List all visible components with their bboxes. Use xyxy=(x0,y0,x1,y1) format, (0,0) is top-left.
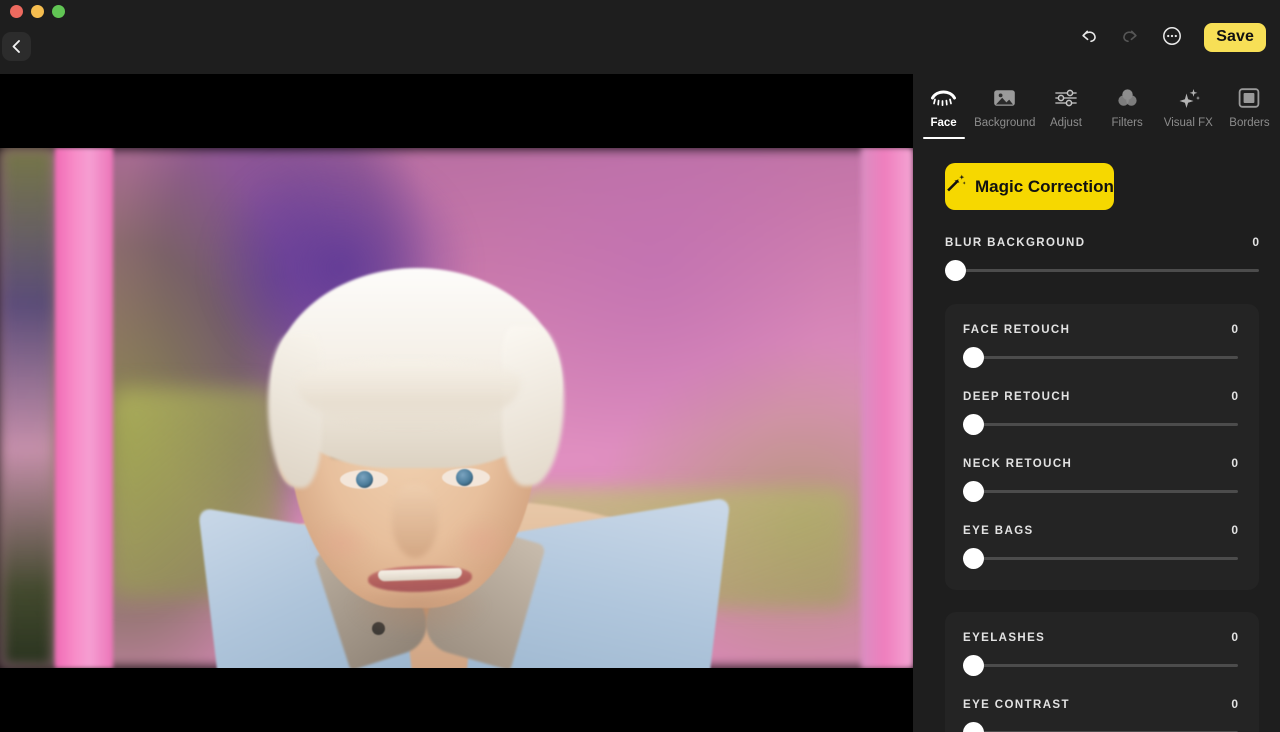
ellipsis-circle-icon xyxy=(1162,26,1182,49)
frame-icon xyxy=(1238,86,1260,110)
slider-value: 0 xyxy=(1231,322,1238,336)
subject-hair-side-right xyxy=(502,326,564,486)
tab-face[interactable]: Face xyxy=(913,74,974,139)
slider-label: FACE RETOUCH xyxy=(963,324,1071,336)
circles-icon xyxy=(1116,86,1139,110)
subject-cheek-left xyxy=(312,520,372,566)
tab-filters[interactable]: Filters xyxy=(1097,74,1158,129)
tab-background-label: Background xyxy=(974,117,1036,129)
slider-track-area[interactable] xyxy=(963,653,1238,677)
subject-iris-left xyxy=(356,471,373,488)
slider-track xyxy=(963,423,1238,426)
slider-knob[interactable] xyxy=(963,722,984,732)
title-bar: Save xyxy=(0,0,1280,74)
undo-button[interactable] xyxy=(1067,16,1109,58)
slider-label: BLUR BACKGROUND xyxy=(945,237,1086,249)
sparkles-icon xyxy=(1177,86,1200,110)
minimize-window-button[interactable] xyxy=(31,5,44,18)
tab-adjust-label: Adjust xyxy=(1049,117,1082,129)
slider-label: EYELASHES xyxy=(963,632,1046,644)
slider-track-area[interactable] xyxy=(963,479,1238,503)
slider-track-area[interactable] xyxy=(963,720,1238,732)
slider-eye-contrast[interactable]: EYE CONTRAST 0 xyxy=(963,697,1238,732)
slider-eyelashes[interactable]: EYELASHES 0 xyxy=(963,630,1238,677)
slider-value: 0 xyxy=(1231,697,1238,711)
chevron-left-icon xyxy=(10,39,23,54)
tab-adjust[interactable]: Adjust xyxy=(1035,74,1096,129)
sliders-icon xyxy=(1054,86,1078,110)
tab-face-label: Face xyxy=(930,117,957,129)
edit-panel: Face Background Adjust Filters Visual FX… xyxy=(913,74,1280,732)
slider-blur-background[interactable]: BLUR BACKGROUND 0 xyxy=(913,210,1280,282)
tab-filters-label: Filters xyxy=(1111,117,1143,129)
subject-iris-right xyxy=(456,469,473,486)
subject-hair-side-left xyxy=(268,333,322,488)
edited-photo xyxy=(0,148,913,668)
tab-visual-fx-label: Visual FX xyxy=(1163,117,1213,129)
slider-group-eyes: EYELASHES 0 EYE CONTRAST 0 xyxy=(945,612,1259,732)
slider-face-retouch[interactable]: FACE RETOUCH 0 xyxy=(963,322,1238,369)
slider-value: 0 xyxy=(1231,630,1238,644)
slider-knob[interactable] xyxy=(963,347,984,368)
slider-header: BLUR BACKGROUND 0 xyxy=(945,235,1259,249)
magic-wand-icon xyxy=(945,174,966,199)
slider-track-area[interactable] xyxy=(963,345,1238,369)
slider-knob[interactable] xyxy=(963,481,984,502)
tab-borders[interactable]: Borders xyxy=(1219,74,1280,129)
slider-row: BLUR BACKGROUND 0 xyxy=(945,235,1259,282)
save-button[interactable]: Save xyxy=(1204,22,1266,52)
subject-chin-shadow xyxy=(348,592,488,638)
slider-eye-bags[interactable]: EYE BAGS 0 xyxy=(963,523,1238,570)
slider-track xyxy=(963,490,1238,493)
tab-visual-fx[interactable]: Visual FX xyxy=(1158,74,1219,129)
close-window-button[interactable] xyxy=(10,5,23,18)
redo-icon xyxy=(1120,26,1141,49)
slider-group-retouch: FACE RETOUCH 0 DEEP RETOUCH 0 NECK RETOU… xyxy=(945,304,1259,590)
photo-editor-app: Save Face Background Adjust Filters Visu… xyxy=(0,0,1280,732)
slider-knob[interactable] xyxy=(963,655,984,676)
slider-track xyxy=(963,557,1238,560)
toolbar-actions: Save xyxy=(1067,0,1266,74)
back-button[interactable] xyxy=(2,32,31,61)
slider-track-area[interactable] xyxy=(945,258,1259,282)
slider-value: 0 xyxy=(1252,235,1259,249)
tab-borders-label: Borders xyxy=(1229,117,1270,129)
image-icon xyxy=(993,86,1016,110)
slider-track xyxy=(945,269,1259,272)
magic-correction-button[interactable]: Magic Correction xyxy=(945,163,1114,210)
window-controls xyxy=(10,5,65,18)
magic-correction-label: Magic Correction xyxy=(975,176,1114,196)
subject-cheek-right xyxy=(452,518,512,564)
eye-lashes-icon xyxy=(930,86,957,110)
slider-knob[interactable] xyxy=(963,414,984,435)
editor-body: Face Background Adjust Filters Visual FX… xyxy=(0,74,1280,732)
subject-nose xyxy=(392,484,438,558)
tab-bar: Face Background Adjust Filters Visual FX… xyxy=(913,74,1280,140)
slider-label: DEEP RETOUCH xyxy=(963,391,1071,403)
active-tab-indicator xyxy=(922,136,965,139)
slider-track-area[interactable] xyxy=(963,412,1238,436)
maximize-window-button[interactable] xyxy=(52,5,65,18)
slider-label: NECK RETOUCH xyxy=(963,458,1073,470)
image-canvas[interactable] xyxy=(0,74,913,732)
photo-subject xyxy=(0,148,913,668)
slider-track xyxy=(963,356,1238,359)
redo-button[interactable] xyxy=(1109,16,1151,58)
more-options-button[interactable] xyxy=(1151,16,1193,58)
slider-knob[interactable] xyxy=(945,260,966,281)
tab-background[interactable]: Background xyxy=(974,74,1035,129)
slider-track-area[interactable] xyxy=(963,546,1238,570)
panel-content[interactable]: Magic Correction BLUR BACKGROUND 0 FACE … xyxy=(913,140,1280,732)
slider-track xyxy=(963,664,1238,667)
slider-deep-retouch[interactable]: DEEP RETOUCH 0 xyxy=(963,389,1238,436)
slider-value: 0 xyxy=(1231,389,1238,403)
slider-knob[interactable] xyxy=(963,548,984,569)
undo-icon xyxy=(1078,26,1099,49)
slider-label: EYE CONTRAST xyxy=(963,699,1070,711)
slider-value: 0 xyxy=(1231,523,1238,537)
slider-label: EYE BAGS xyxy=(963,525,1034,537)
slider-value: 0 xyxy=(1231,456,1238,470)
slider-neck-retouch[interactable]: NECK RETOUCH 0 xyxy=(963,456,1238,503)
